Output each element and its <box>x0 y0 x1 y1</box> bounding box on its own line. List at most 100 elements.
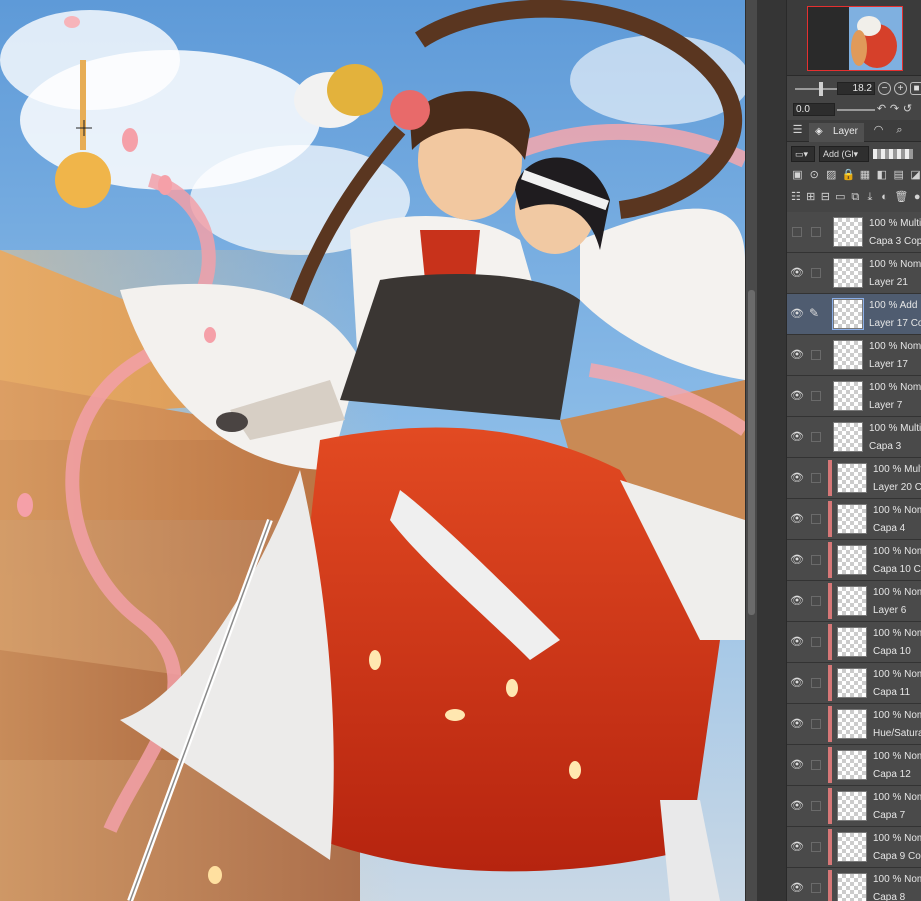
layer-row[interactable]: 👁 100 % Nom Capa 4 <box>787 499 921 540</box>
layer-lock-toggle[interactable] <box>811 227 821 237</box>
layer-lock-toggle[interactable] <box>811 883 821 893</box>
new-folder-icon[interactable]: ▭ <box>835 191 845 204</box>
layer-name-label[interactable]: Layer 21 <box>869 277 908 288</box>
layer-lock-toggle[interactable] <box>811 514 821 524</box>
layer-lock-toggle[interactable] <box>811 678 821 688</box>
layer-name-label[interactable]: Layer 7 <box>869 400 902 411</box>
eye-icon[interactable]: 👁 <box>790 390 804 402</box>
opacity-slider[interactable] <box>873 149 913 159</box>
drawing-canvas[interactable] <box>0 0 745 901</box>
eye-icon[interactable]: 👁 <box>790 841 804 853</box>
layer-thumbnail[interactable] <box>833 381 863 411</box>
layer-lock-toggle[interactable] <box>811 391 821 401</box>
layer-row[interactable]: 👁 100 % Nom Capa 8 <box>787 868 921 901</box>
layer-thumbnail[interactable] <box>837 463 867 493</box>
merge-down-icon[interactable]: ⤓ <box>865 191 875 204</box>
layer-row[interactable]: 👁 100 % Nom Layer 17 <box>787 335 921 376</box>
layer-name-label[interactable]: Capa 8 <box>873 892 905 901</box>
layer-row[interactable]: 👁 100 % Nom Capa 9 Co <box>787 827 921 868</box>
layer-thumbnail[interactable] <box>837 504 867 534</box>
eye-icon[interactable]: 👁 <box>790 677 804 689</box>
layer-lock-toggle[interactable] <box>811 555 821 565</box>
layer-row[interactable]: 👁 100 % Nom Capa 12 <box>787 745 921 786</box>
eye-icon[interactable]: 👁 <box>790 554 804 566</box>
layer-lock-toggle[interactable] <box>811 842 821 852</box>
eye-icon[interactable]: 👁 <box>790 595 804 607</box>
eye-icon[interactable]: 👁 <box>790 759 804 771</box>
layer-thumbnail[interactable] <box>837 545 867 575</box>
layer-name-label[interactable]: Layer 20 C <box>873 482 921 493</box>
layer-name-label[interactable]: Capa 9 Co <box>873 851 921 862</box>
layer-color-dropdown[interactable]: ▭▾ <box>791 146 815 162</box>
zoom-in-icon[interactable]: + <box>894 82 907 95</box>
rotate-left-icon[interactable]: ↶ <box>875 103 888 116</box>
layer-row[interactable]: 👁 100 % Multi Layer 20 C <box>787 458 921 499</box>
layer-properties-icon[interactable]: ☷ <box>791 191 801 204</box>
layer-row[interactable]: 👁 ✎ 100 % Add Layer 17 Co <box>787 294 921 335</box>
panel-menu-icon[interactable]: ☰ <box>791 124 804 137</box>
layer-lock-toggle[interactable] <box>811 432 821 442</box>
mask-icon[interactable]: ◧ <box>875 169 888 182</box>
layer-name-label[interactable]: Hue/Saturatio <box>873 728 921 739</box>
copy-layer-icon[interactable]: ⧉ <box>851 191 861 204</box>
layer-name-label[interactable]: Capa 3 Cop <box>869 236 921 247</box>
lock-icon[interactable]: 🔒 <box>842 169 856 182</box>
layer-thumbnail[interactable] <box>837 668 867 698</box>
layer-row[interactable]: 👁 100 % Nom Layer 21 <box>787 253 921 294</box>
new-vector-layer-icon[interactable]: ⊟ <box>821 191 831 204</box>
clip-icon[interactable]: ▣ <box>791 169 804 182</box>
layer-lock-toggle[interactable] <box>811 473 821 483</box>
layer-thumbnail[interactable] <box>837 627 867 657</box>
layer-thumbnail[interactable] <box>837 750 867 780</box>
rotation-slider-track[interactable] <box>837 109 875 111</box>
zoom-field[interactable]: 18.2 <box>837 82 875 95</box>
scrollbar-thumb[interactable] <box>748 290 755 615</box>
layer-name-label[interactable]: Capa 3 <box>869 441 901 452</box>
navigator-view-frame[interactable] <box>807 6 903 71</box>
new-raster-layer-icon[interactable]: ⊞ <box>806 191 816 204</box>
eye-icon[interactable]: 👁 <box>790 513 804 525</box>
layer-row[interactable]: 👁 100 % Nom Hue/Saturatio <box>787 704 921 745</box>
more-options-icon[interactable]: ● <box>912 191 921 204</box>
blend-mode-dropdown[interactable]: Add (Gl▾ <box>819 146 869 162</box>
layer-lock-toggle[interactable] <box>811 637 821 647</box>
layer-name-label[interactable]: Layer 6 <box>873 605 906 616</box>
layer-lock-toggle[interactable] <box>811 268 821 278</box>
ruler-icon[interactable]: ▤ <box>892 169 905 182</box>
eye-icon[interactable]: 👁 <box>790 718 804 730</box>
eye-icon[interactable]: 👁 <box>790 349 804 361</box>
layer-thumbnail[interactable] <box>833 217 863 247</box>
layer-row[interactable]: 👁 100 % Nom Capa 10 <box>787 622 921 663</box>
layer-property-tab-icon[interactable]: ◠ <box>872 124 885 137</box>
layer-thumbnail[interactable] <box>837 586 867 616</box>
tab-layer[interactable]: ◈ Layer <box>809 123 864 142</box>
layer-lock-toggle[interactable] <box>811 350 821 360</box>
layer-lock-toggle[interactable] <box>811 760 821 770</box>
palette-icon[interactable]: ◪ <box>909 169 921 182</box>
layer-name-label[interactable]: Capa 4 <box>873 523 905 534</box>
layer-name-label[interactable]: Capa 11 <box>873 687 910 698</box>
zoom-out-icon[interactable]: − <box>878 82 891 95</box>
layer-name-label[interactable]: Layer 17 Co <box>869 318 921 329</box>
mask-add-icon[interactable]: ◐ <box>880 191 890 204</box>
zoom-slider-handle[interactable] <box>819 82 823 96</box>
fit-view-icon[interactable]: ■ <box>910 82 921 95</box>
layer-name-label[interactable]: Capa 10 C <box>873 564 921 575</box>
layer-row[interactable]: 100 % Multi Capa 3 Cop <box>787 212 921 253</box>
layer-row[interactable]: 👁 100 % Multi Capa 3 <box>787 417 921 458</box>
layer-thumbnail[interactable] <box>837 791 867 821</box>
eye-icon[interactable]: 👁 <box>790 472 804 484</box>
eye-icon[interactable]: 👁 <box>790 267 804 279</box>
layer-thumbnail[interactable] <box>833 258 863 288</box>
eye-icon[interactable]: 👁 <box>790 431 804 443</box>
canvas-vertical-scrollbar[interactable] <box>745 0 757 901</box>
layer-thumbnail[interactable] <box>837 832 867 862</box>
eye-icon[interactable]: 👁 <box>790 800 804 812</box>
layer-row[interactable]: 👁 100 % Nom Capa 11 <box>787 663 921 704</box>
eye-icon[interactable]: 👁 <box>790 882 804 894</box>
reset-rotation-icon[interactable]: ↺ <box>901 103 914 116</box>
layer-lock-toggle[interactable] <box>811 719 821 729</box>
lock-transparency-icon[interactable]: ▦ <box>859 169 872 182</box>
reference-icon[interactable]: ⊙ <box>808 169 821 182</box>
layer-row[interactable]: 👁 100 % Nom Capa 7 <box>787 786 921 827</box>
